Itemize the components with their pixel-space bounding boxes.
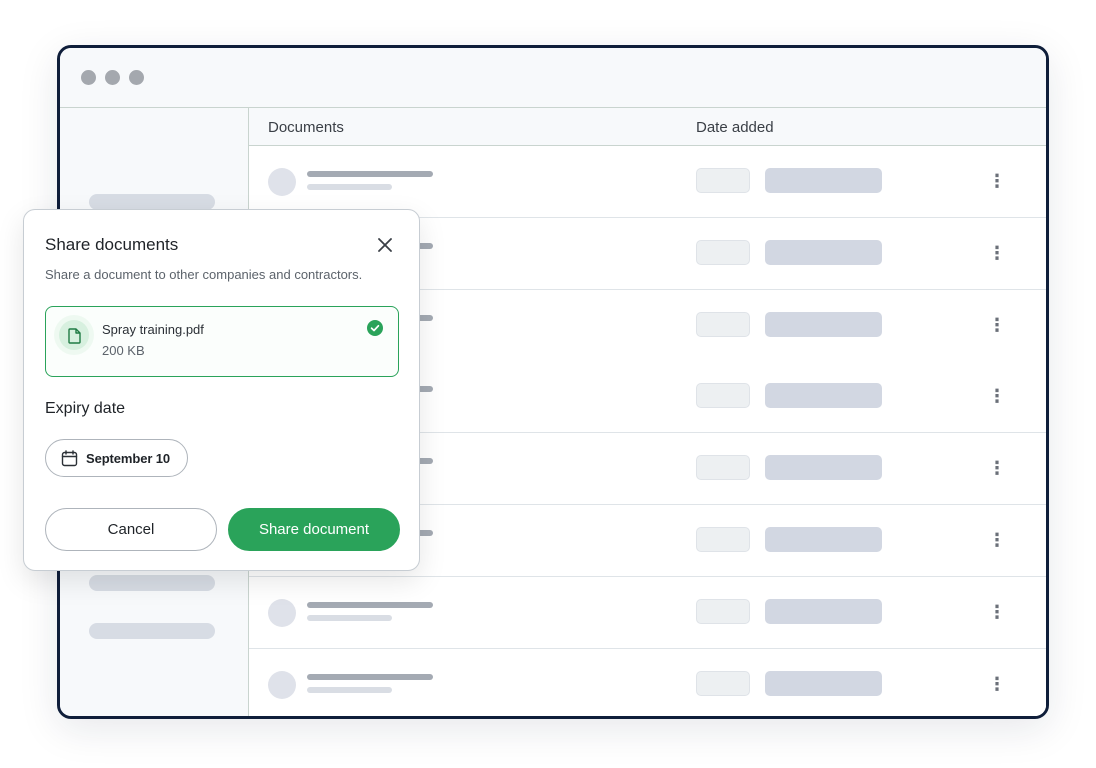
check-circle-icon — [367, 320, 383, 336]
kebab-menu-icon[interactable]: ⋮ — [987, 314, 1007, 336]
row-date-placeholder — [765, 527, 882, 552]
row-title-placeholder — [307, 171, 433, 177]
row-date-chip-placeholder — [696, 670, 750, 696]
kebab-menu-icon[interactable]: ⋮ — [987, 457, 1007, 479]
kebab-menu-icon[interactable]: ⋮ — [987, 529, 1007, 551]
file-name: Spray training.pdf — [102, 322, 204, 337]
row-date-placeholder — [765, 455, 882, 481]
kebab-menu-icon[interactable]: ⋮ — [987, 170, 1007, 192]
row-title-placeholder — [307, 673, 433, 680]
window-control-dot[interactable] — [105, 70, 120, 85]
row-date-placeholder — [765, 670, 882, 696]
kebab-menu-icon[interactable]: ⋮ — [987, 242, 1007, 264]
row-date-placeholder — [765, 168, 882, 193]
row-subtitle-placeholder — [307, 614, 392, 621]
row-date-placeholder — [765, 311, 882, 337]
column-header-documents[interactable]: Documents — [268, 119, 344, 136]
row-title-placeholder — [307, 601, 433, 608]
table-header: Documents Date added — [249, 108, 1046, 146]
row-date-chip-placeholder — [696, 527, 750, 552]
row-date-chip-placeholder — [696, 455, 750, 481]
row-date-placeholder — [765, 598, 882, 624]
modal-title: Share documents — [45, 235, 179, 254]
window-titlebar — [60, 48, 1046, 108]
row-date-placeholder — [765, 383, 882, 409]
table-row[interactable]: ⋮ — [249, 146, 1046, 218]
expiry-date-value: September 10 — [86, 451, 171, 466]
kebab-menu-icon[interactable]: ⋮ — [987, 385, 1007, 407]
file-icon — [68, 328, 81, 344]
kebab-menu-icon[interactable]: ⋮ — [987, 601, 1007, 623]
table-row[interactable]: ⋮ — [249, 576, 1046, 649]
close-icon[interactable] — [373, 233, 397, 257]
expiry-date-label: Expiry date — [45, 400, 126, 417]
file-size: 200 KB — [102, 343, 145, 358]
row-avatar-placeholder — [268, 670, 296, 699]
table-row[interactable]: ⋮ — [249, 648, 1046, 716]
modal-subtitle: Share a document to other companies and … — [45, 267, 363, 282]
share-document-button[interactable]: Share document — [228, 508, 400, 551]
expiry-date-picker[interactable]: September 10 — [45, 439, 188, 477]
sidebar-item-placeholder[interactable] — [89, 623, 215, 639]
kebab-menu-icon[interactable]: ⋮ — [987, 673, 1007, 695]
row-date-chip-placeholder — [696, 168, 750, 193]
share-documents-modal: Share documents Share a document to othe… — [23, 209, 420, 571]
sidebar-item-placeholder[interactable] — [89, 194, 215, 210]
row-date-placeholder — [765, 239, 882, 265]
window-control-dot[interactable] — [81, 70, 96, 85]
window-control-dot[interactable] — [129, 70, 144, 85]
row-date-chip-placeholder — [696, 598, 750, 624]
row-avatar-placeholder — [268, 598, 296, 627]
column-header-date-added[interactable]: Date added — [696, 119, 774, 136]
row-date-chip-placeholder — [696, 239, 750, 265]
row-subtitle-placeholder — [307, 184, 392, 190]
row-date-chip-placeholder — [696, 383, 750, 409]
calendar-icon — [61, 450, 78, 467]
cancel-button[interactable]: Cancel — [45, 508, 217, 551]
file-icon-badge — [59, 320, 89, 350]
sidebar-item-placeholder[interactable] — [89, 575, 215, 591]
row-avatar-placeholder — [268, 168, 296, 196]
row-subtitle-placeholder — [307, 686, 392, 693]
file-attachment-card[interactable]: Spray training.pdf 200 KB — [45, 306, 399, 377]
row-date-chip-placeholder — [696, 311, 750, 337]
